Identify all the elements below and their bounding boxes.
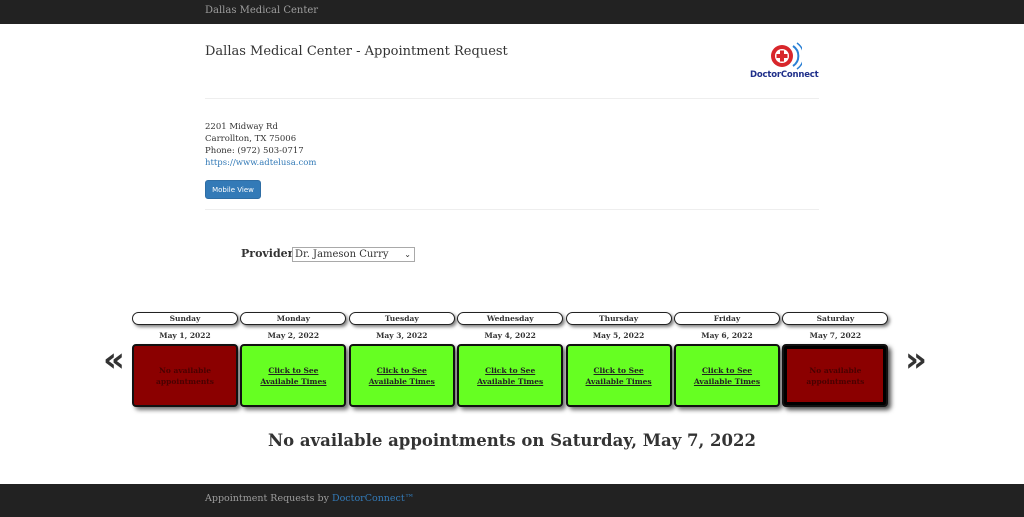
medical-cross-icon: [771, 42, 802, 70]
website-container: https://www.adtelusa.com: [205, 157, 316, 169]
logo-text: DoctorConnect: [750, 70, 819, 80]
top-navbar: Dallas Medical Center: [0, 0, 1024, 24]
day-date: May 2, 2022: [267, 331, 320, 340]
day-date: May 4, 2022: [484, 331, 536, 340]
day-date: May 7, 2022: [809, 331, 862, 340]
day-name: Monday: [240, 312, 347, 325]
available-times-cell[interactable]: Click to See Available Times: [674, 344, 780, 407]
day-column-wednesday: Wednesday May 4, 2022 Click to See Availab…: [457, 312, 564, 407]
mobile-view-button[interactable]: Mobile View: [205, 180, 261, 199]
chevron-down-icon: ⌄: [404, 250, 411, 259]
phone-number: Phone: (972) 503-0717: [205, 146, 304, 156]
day-name: Tuesday: [348, 312, 455, 325]
divider: [205, 98, 819, 99]
day-name: Sunday: [132, 312, 238, 325]
day-column-tuesday: Tuesday May 3, 2022 Click to See Available…: [348, 312, 455, 407]
available-times-cell[interactable]: Click to See Available Times: [457, 344, 564, 407]
day-name: Thursday: [565, 312, 672, 325]
day-date: May 5, 2022: [592, 331, 645, 340]
day-date: May 1, 2022: [159, 331, 211, 340]
day-name: Wednesday: [457, 312, 564, 325]
day-column-sunday: Sunday May 1, 2022 No available appointmen…: [132, 312, 238, 407]
day-name: Friday: [674, 312, 780, 325]
available-times-cell[interactable]: Click to See Available Times: [240, 344, 347, 407]
provider-label: Provider: [241, 247, 294, 260]
available-times-cell[interactable]: Click to See Available Times: [565, 344, 672, 407]
navbar-brand[interactable]: Dallas Medical Center: [205, 5, 318, 16]
provider-selected-value: Dr. Jameson Curry: [295, 249, 389, 260]
next-week-arrow[interactable]: »: [905, 340, 927, 380]
provider-select[interactable]: Dr. Jameson Curry ⌄: [292, 247, 415, 262]
day-column-thursday: Thursday May 5, 2022 Click to See Availabl…: [565, 312, 672, 407]
divider: [205, 209, 819, 210]
unavailable-cell[interactable]: No available appointments: [132, 344, 238, 407]
footer-doctorconnect-link[interactable]: DoctorConnect™: [332, 493, 414, 504]
unavailable-cell[interactable]: No available appointments: [782, 344, 889, 407]
day-column-monday: Monday May 2, 2022 Click to See Available …: [240, 312, 347, 407]
day-name: Saturday: [782, 312, 889, 325]
footer-prefix: Appointment Requests by: [205, 493, 332, 504]
address-line1: 2201 Midway Rd: [205, 122, 278, 132]
doctorconnect-logo: DoctorConnect: [748, 42, 820, 84]
footer: Appointment Requests by DoctorConnect™: [0, 484, 1024, 517]
page-title: Dallas Medical Center - Appointment Requ…: [205, 44, 508, 59]
day-date: May 3, 2022: [376, 331, 428, 340]
website-link[interactable]: https://www.adtelusa.com: [205, 158, 316, 168]
prev-week-arrow[interactable]: «: [103, 340, 125, 380]
day-column-saturday: Saturday May 7, 2022 No available appointm…: [782, 312, 889, 407]
day-column-friday: Friday May 6, 2022 Click to See Available …: [674, 312, 780, 407]
availability-message: No available appointments on Saturday, M…: [268, 431, 756, 450]
address-line2: Carrollton, TX 75006: [205, 134, 297, 144]
day-date: May 6, 2022: [701, 331, 753, 340]
available-times-cell[interactable]: Click to See Available Times: [348, 344, 455, 407]
footer-text: Appointment Requests by DoctorConnect™: [205, 493, 414, 504]
